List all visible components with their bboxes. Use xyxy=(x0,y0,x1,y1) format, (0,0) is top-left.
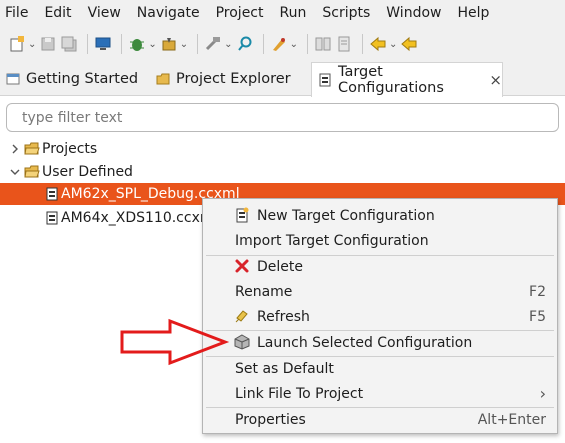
close-icon[interactable]: × xyxy=(489,71,502,89)
tree-label: User Defined xyxy=(42,163,133,180)
menu-item-properties[interactable]: Properties Alt+Enter xyxy=(203,407,557,432)
filter-input[interactable] xyxy=(20,108,558,127)
flash-icon[interactable]: ⌄ xyxy=(160,32,188,56)
menu-project[interactable]: Project xyxy=(208,0,272,26)
menu-edit[interactable]: Edit xyxy=(36,0,79,26)
menu-item-link-file-to-project[interactable]: Link File To Project › xyxy=(203,381,557,406)
folder-open-icon xyxy=(24,142,40,156)
build-icon[interactable]: ⌄ xyxy=(204,32,233,56)
menu-file[interactable]: File xyxy=(0,0,36,26)
refresh-icon xyxy=(234,308,250,324)
menu-item-refresh[interactable]: Refresh F5 xyxy=(203,304,557,329)
delete-icon xyxy=(234,258,250,274)
target-config-icon xyxy=(318,73,332,87)
tree-item-projects[interactable]: Projects xyxy=(8,137,97,160)
new-icon[interactable]: ⌄ xyxy=(8,32,36,56)
save-icon[interactable] xyxy=(39,32,57,56)
tab-project-explorer[interactable]: Project Explorer xyxy=(150,62,310,96)
compare-icon[interactable] xyxy=(314,32,332,56)
tab-target-configurations[interactable]: Target Configurations × xyxy=(311,62,503,97)
toolbar-separator xyxy=(197,34,199,54)
toolbar: ⌄ ⌄ ⌄ ⌄ ⌄ ⌄ xyxy=(0,26,565,62)
context-menu: New Target Configuration Import Target C… xyxy=(202,198,558,434)
project-explorer-icon xyxy=(156,72,170,86)
view-tab-bar: Getting Started Project Explorer Target … xyxy=(0,62,565,97)
menu-bar: File Edit View Navigate Project Run Scri… xyxy=(0,0,565,26)
folder-open-icon xyxy=(24,165,40,179)
shortcut-rename: F2 xyxy=(529,283,546,300)
ccxml-file-icon xyxy=(45,211,59,225)
tab-getting-started[interactable]: Getting Started xyxy=(0,62,143,96)
tab-label: Getting Started xyxy=(26,71,139,87)
menu-item-set-as-default[interactable]: Set as Default xyxy=(203,356,557,381)
debug-icon[interactable]: ⌄ xyxy=(128,32,157,56)
toolbar-separator xyxy=(306,34,308,54)
toolbar-separator xyxy=(121,34,123,54)
back-nav-icon[interactable]: ⌄ xyxy=(369,32,397,56)
menu-item-rename[interactable]: Rename F2 xyxy=(203,279,557,304)
annotation-arrow-icon xyxy=(120,318,230,366)
save-all-icon[interactable] xyxy=(60,32,78,56)
chevron-right-icon[interactable] xyxy=(8,144,22,154)
toolbar-separator xyxy=(262,34,264,54)
toolbar-separator xyxy=(87,34,89,54)
tab-label: Project Explorer xyxy=(176,71,291,87)
tree-item-user-defined[interactable]: User Defined xyxy=(8,160,133,183)
document-icon[interactable] xyxy=(335,32,353,56)
menu-item-delete[interactable]: Delete xyxy=(203,254,557,279)
search-icon[interactable] xyxy=(236,32,254,56)
getting-started-icon xyxy=(6,72,20,86)
submenu-arrow-icon: › xyxy=(539,384,546,403)
new-target-config-icon xyxy=(234,207,250,223)
chevron-down-icon[interactable] xyxy=(8,167,22,177)
ccxml-file-icon xyxy=(45,187,59,201)
menu-scripts[interactable]: Scripts xyxy=(314,0,378,26)
launch-config-icon xyxy=(234,334,250,350)
tree-label: Projects xyxy=(42,140,98,157)
menu-run[interactable]: Run xyxy=(272,0,315,26)
monitor-icon[interactable] xyxy=(94,32,112,56)
shortcut-properties: Alt+Enter xyxy=(477,411,546,428)
menu-window[interactable]: Window xyxy=(378,0,449,26)
menu-item-new-target-configuration[interactable]: New Target Configuration xyxy=(203,203,557,228)
back-icon[interactable] xyxy=(400,32,418,56)
shortcut-refresh: F5 xyxy=(529,308,546,325)
menu-navigate[interactable]: Navigate xyxy=(129,0,208,26)
toolbar-separator xyxy=(361,34,363,54)
tree-label: AM64x_XDS110.ccxml xyxy=(61,209,218,226)
menu-help[interactable]: Help xyxy=(449,0,497,26)
tab-label: Target Configurations xyxy=(338,64,444,96)
menu-item-import-target-configuration[interactable]: Import Target Configuration xyxy=(203,228,557,253)
menu-view[interactable]: View xyxy=(80,0,129,26)
menu-item-launch-selected-configuration[interactable]: Launch Selected Configuration xyxy=(203,330,557,355)
run-tool-icon[interactable]: ⌄ xyxy=(270,32,298,56)
tree-item-file-am64x[interactable]: AM64x_XDS110.ccxml xyxy=(45,206,217,229)
filter-box xyxy=(6,103,559,132)
